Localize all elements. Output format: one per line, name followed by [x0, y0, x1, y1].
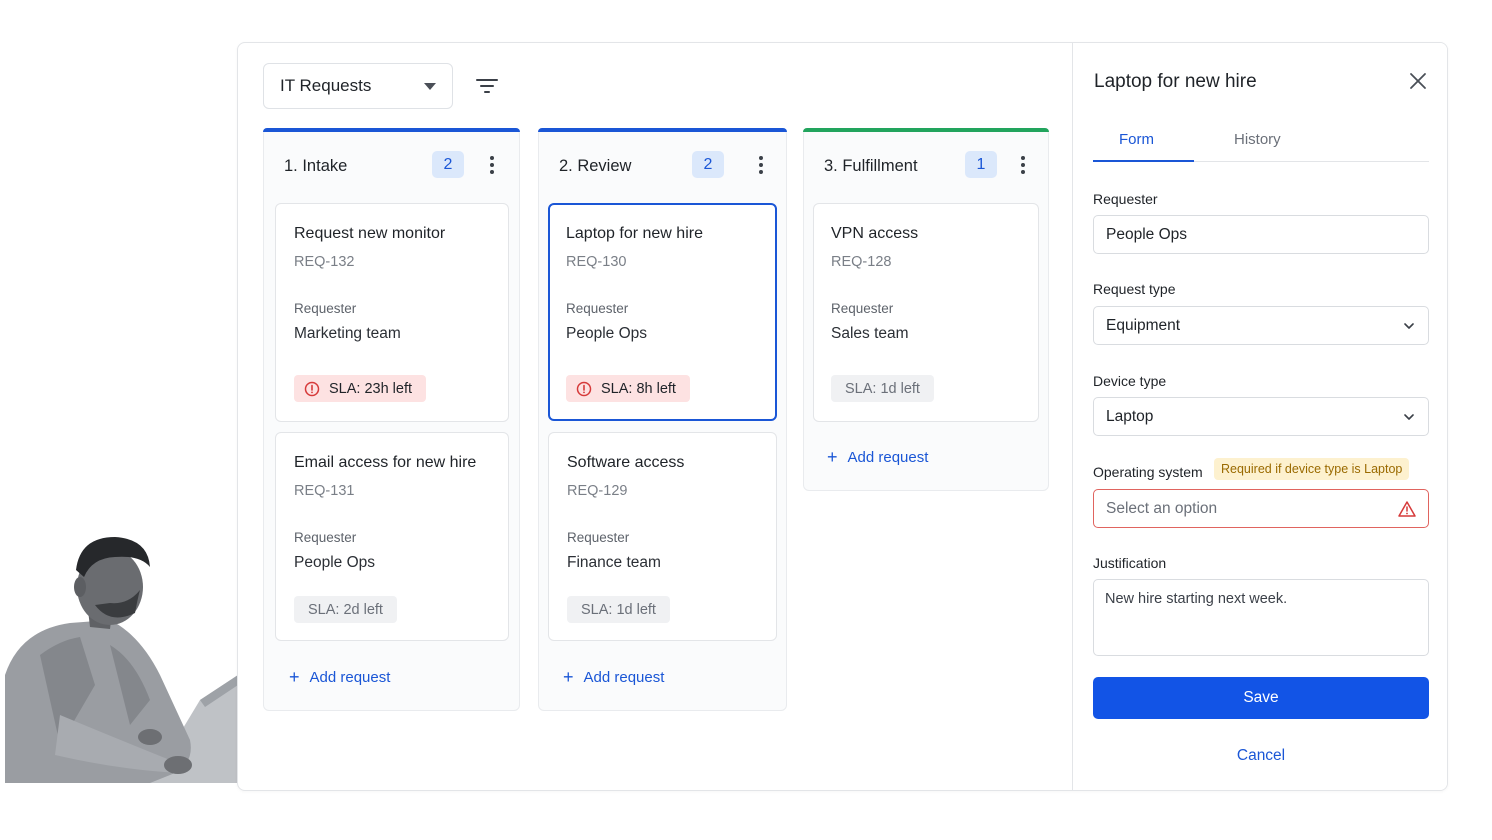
add-request-button[interactable]: + Add request	[827, 448, 928, 466]
card-title: Software access	[567, 454, 685, 471]
operating-system-select[interactable]: Select an option	[1093, 489, 1429, 528]
person-photo	[0, 525, 238, 783]
panel-tabs: Form History	[1093, 123, 1429, 162]
card-requester-label: Requester	[566, 301, 629, 316]
add-request-label: Add request	[309, 668, 391, 686]
card-id: REQ-129	[567, 483, 628, 499]
requester-field[interactable]: People Ops	[1093, 215, 1429, 254]
save-button[interactable]: Save	[1093, 677, 1429, 719]
request-type-select[interactable]: Equipment	[1093, 306, 1429, 345]
column-title: 3. Fulfillment	[824, 157, 918, 175]
alert-circle-icon	[304, 381, 320, 396]
device-type-value: Laptop	[1106, 407, 1154, 425]
column-accent-bar	[803, 128, 1049, 132]
column-count-badge: 2	[432, 151, 464, 178]
card-requester-label: Requester	[567, 530, 630, 545]
sla-badge: SLA: 2d left	[294, 596, 397, 623]
sla-text: SLA: 1d left	[845, 380, 920, 397]
board-select[interactable]: IT Requests	[263, 63, 453, 109]
request-card[interactable]: Request new monitor REQ-132 Requester Ma…	[275, 203, 509, 422]
request-card[interactable]: VPN access REQ-128 Requester Sales team …	[813, 203, 1039, 422]
card-title: Request new monitor	[294, 225, 446, 242]
tab-history[interactable]: History	[1234, 131, 1281, 148]
chevron-down-icon	[1404, 323, 1414, 329]
more-vertical-icon[interactable]	[1013, 153, 1033, 177]
request-card[interactable]: Software access REQ-129 Requester Financ…	[548, 432, 777, 641]
card-requester-value: Sales team	[831, 325, 909, 342]
sla-badge: SLA: 1d left	[831, 375, 934, 402]
add-request-label: Add request	[847, 448, 929, 466]
board-select-value: IT Requests	[280, 76, 372, 95]
tab-form[interactable]: Form	[1119, 131, 1154, 148]
plus-icon: +	[563, 667, 574, 687]
operating-system-label: Operating system	[1093, 464, 1203, 480]
close-icon[interactable]	[1407, 70, 1429, 92]
more-vertical-icon[interactable]	[482, 153, 502, 177]
plus-icon: +	[289, 667, 300, 687]
column-title: 2. Review	[559, 157, 632, 175]
column-count-badge: 1	[965, 151, 997, 178]
card-requester-label: Requester	[831, 301, 894, 316]
sla-badge: SLA: 1d left	[567, 596, 670, 623]
card-id: REQ-128	[831, 254, 892, 270]
add-request-label: Add request	[583, 668, 665, 686]
card-requester-value: Finance team	[567, 554, 661, 571]
alert-circle-icon	[576, 381, 592, 396]
request-type-label: Request type	[1093, 281, 1176, 297]
card-title: Email access for new hire	[294, 454, 477, 471]
required-badge: Required if device type is Laptop	[1214, 458, 1410, 480]
card-id: REQ-131	[294, 483, 355, 499]
device-type-label: Device type	[1093, 373, 1167, 389]
request-detail-panel: Laptop for new hire Form History Request…	[1072, 43, 1447, 790]
card-requester-label: Requester	[294, 530, 357, 545]
warning-triangle-icon	[1398, 501, 1416, 517]
add-request-button[interactable]: + Add request	[289, 668, 390, 686]
operating-system-placeholder: Select an option	[1106, 499, 1218, 517]
justification-label: Justification	[1093, 555, 1167, 571]
kanban-app: IT Requests 1. Intake 2 Request new moni…	[237, 42, 1448, 791]
card-requester-label: Requester	[294, 301, 357, 316]
card-title: Laptop for new hire	[566, 225, 703, 242]
chevron-down-icon	[1404, 414, 1414, 420]
card-id: REQ-132	[294, 254, 355, 270]
requester-label: Requester	[1093, 191, 1158, 207]
column-title: 1. Intake	[284, 157, 348, 175]
card-requester-value: People Ops	[566, 325, 647, 342]
column-accent-bar	[538, 128, 787, 132]
cancel-button[interactable]: Cancel	[1073, 747, 1447, 765]
sla-badge: SLA: 23h left	[294, 375, 427, 402]
sla-text: SLA: 2d left	[308, 601, 383, 618]
sla-text: SLA: 1d left	[581, 601, 656, 618]
requester-value: People Ops	[1106, 225, 1187, 243]
add-request-button[interactable]: + Add request	[563, 668, 664, 686]
sla-badge: SLA: 8h left	[566, 375, 690, 402]
more-vertical-icon[interactable]	[751, 153, 771, 177]
request-card-selected[interactable]: Laptop for new hire REQ-130 Requester Pe…	[548, 203, 777, 421]
request-type-value: Equipment	[1106, 316, 1181, 334]
request-card[interactable]: Email access for new hire REQ-131 Reques…	[275, 432, 509, 641]
sla-text: SLA: 23h left	[329, 380, 413, 397]
column-count-badge: 2	[692, 151, 724, 178]
card-requester-value: People Ops	[294, 554, 375, 571]
filter-icon[interactable]	[474, 73, 500, 99]
plus-icon: +	[827, 447, 838, 467]
column-intake: 1. Intake 2 Request new monitor REQ-132 …	[263, 128, 520, 711]
justification-textarea[interactable]: New hire starting next week.	[1093, 579, 1429, 656]
device-type-select[interactable]: Laptop	[1093, 397, 1429, 436]
active-tab-indicator	[1093, 160, 1194, 162]
card-id: REQ-130	[566, 254, 627, 270]
card-requester-value: Marketing team	[294, 325, 401, 342]
column-fulfillment: 3. Fulfillment 1 VPN access REQ-128 Requ…	[803, 128, 1049, 491]
card-title: VPN access	[831, 225, 919, 242]
column-accent-bar	[263, 128, 520, 132]
panel-title: Laptop for new hire	[1094, 71, 1257, 92]
caret-down-icon	[424, 83, 436, 90]
sla-text: SLA: 8h left	[601, 380, 676, 397]
column-review: 2. Review 2 Laptop for new hire REQ-130 …	[538, 128, 787, 711]
